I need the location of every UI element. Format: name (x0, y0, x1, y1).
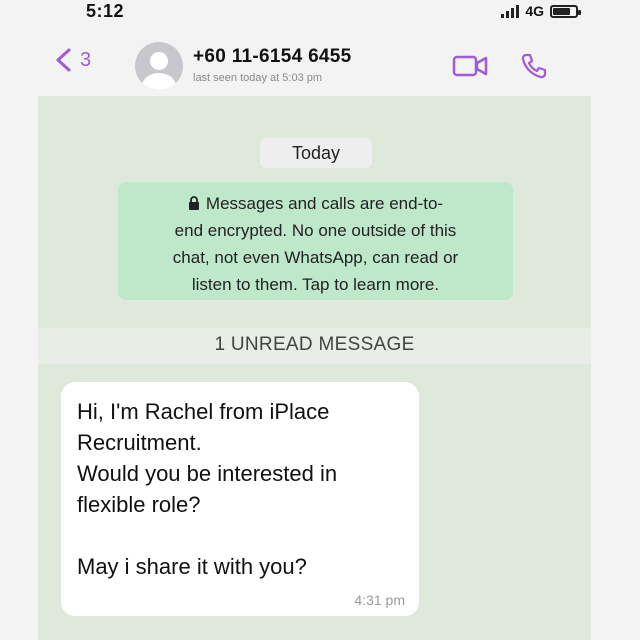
encryption-line: listen to them. Tap to learn more. (191, 275, 440, 294)
chat-area[interactable]: Today Messages and calls are end-to- end… (38, 96, 591, 640)
message-line: Recruitment. (77, 430, 202, 455)
incoming-message-bubble[interactable]: Hi, I'm Rachel from iPlace Recruitment. … (61, 382, 419, 616)
message-line (77, 520, 403, 551)
message-line: Hi, I'm Rachel from iPlace (77, 399, 330, 424)
contact-last-seen: last seen today at 5:03 pm (193, 72, 323, 84)
signal-icon (501, 4, 520, 18)
date-separator: Today (260, 138, 372, 168)
chat-header: 3 +60 11-6154 6455 last seen today at 5:… (0, 26, 640, 96)
encryption-line: end encrypted. No one outside of this (174, 221, 457, 240)
avatar[interactable] (135, 42, 183, 90)
contact-name: +60 11-6154 6455 (193, 46, 352, 67)
back-button[interactable]: 3 (52, 46, 91, 74)
lock-icon (188, 196, 199, 210)
contact-info[interactable]: +60 11-6154 6455 last seen today at 5:03… (193, 46, 352, 84)
unread-message-label: 1 UNREAD MESSAGE (214, 334, 415, 355)
message-line: May i share it with you? (77, 554, 307, 579)
message-line: flexible role? (77, 492, 201, 517)
encryption-line: chat, not even WhatsApp, can read or (172, 248, 459, 267)
encryption-line: Messages and calls are end-to- (118, 190, 513, 217)
avatar-icon (142, 52, 176, 90)
status-bar: 5:12 4G (0, 0, 640, 26)
status-indicators: 4G (501, 3, 581, 19)
message-timestamp: 4:31 pm (354, 592, 405, 608)
video-call-icon[interactable] (452, 54, 488, 78)
back-icon (56, 48, 71, 72)
unread-chats-count: 3 (80, 48, 92, 71)
message-line: Would you be interested in (77, 461, 338, 486)
network-type: 4G (525, 3, 544, 19)
status-time: 5:12 (86, 1, 125, 21)
phone-icon[interactable] (520, 52, 548, 80)
encryption-notice[interactable]: Messages and calls are end-to- end encry… (118, 182, 513, 300)
battery-icon (550, 4, 581, 18)
